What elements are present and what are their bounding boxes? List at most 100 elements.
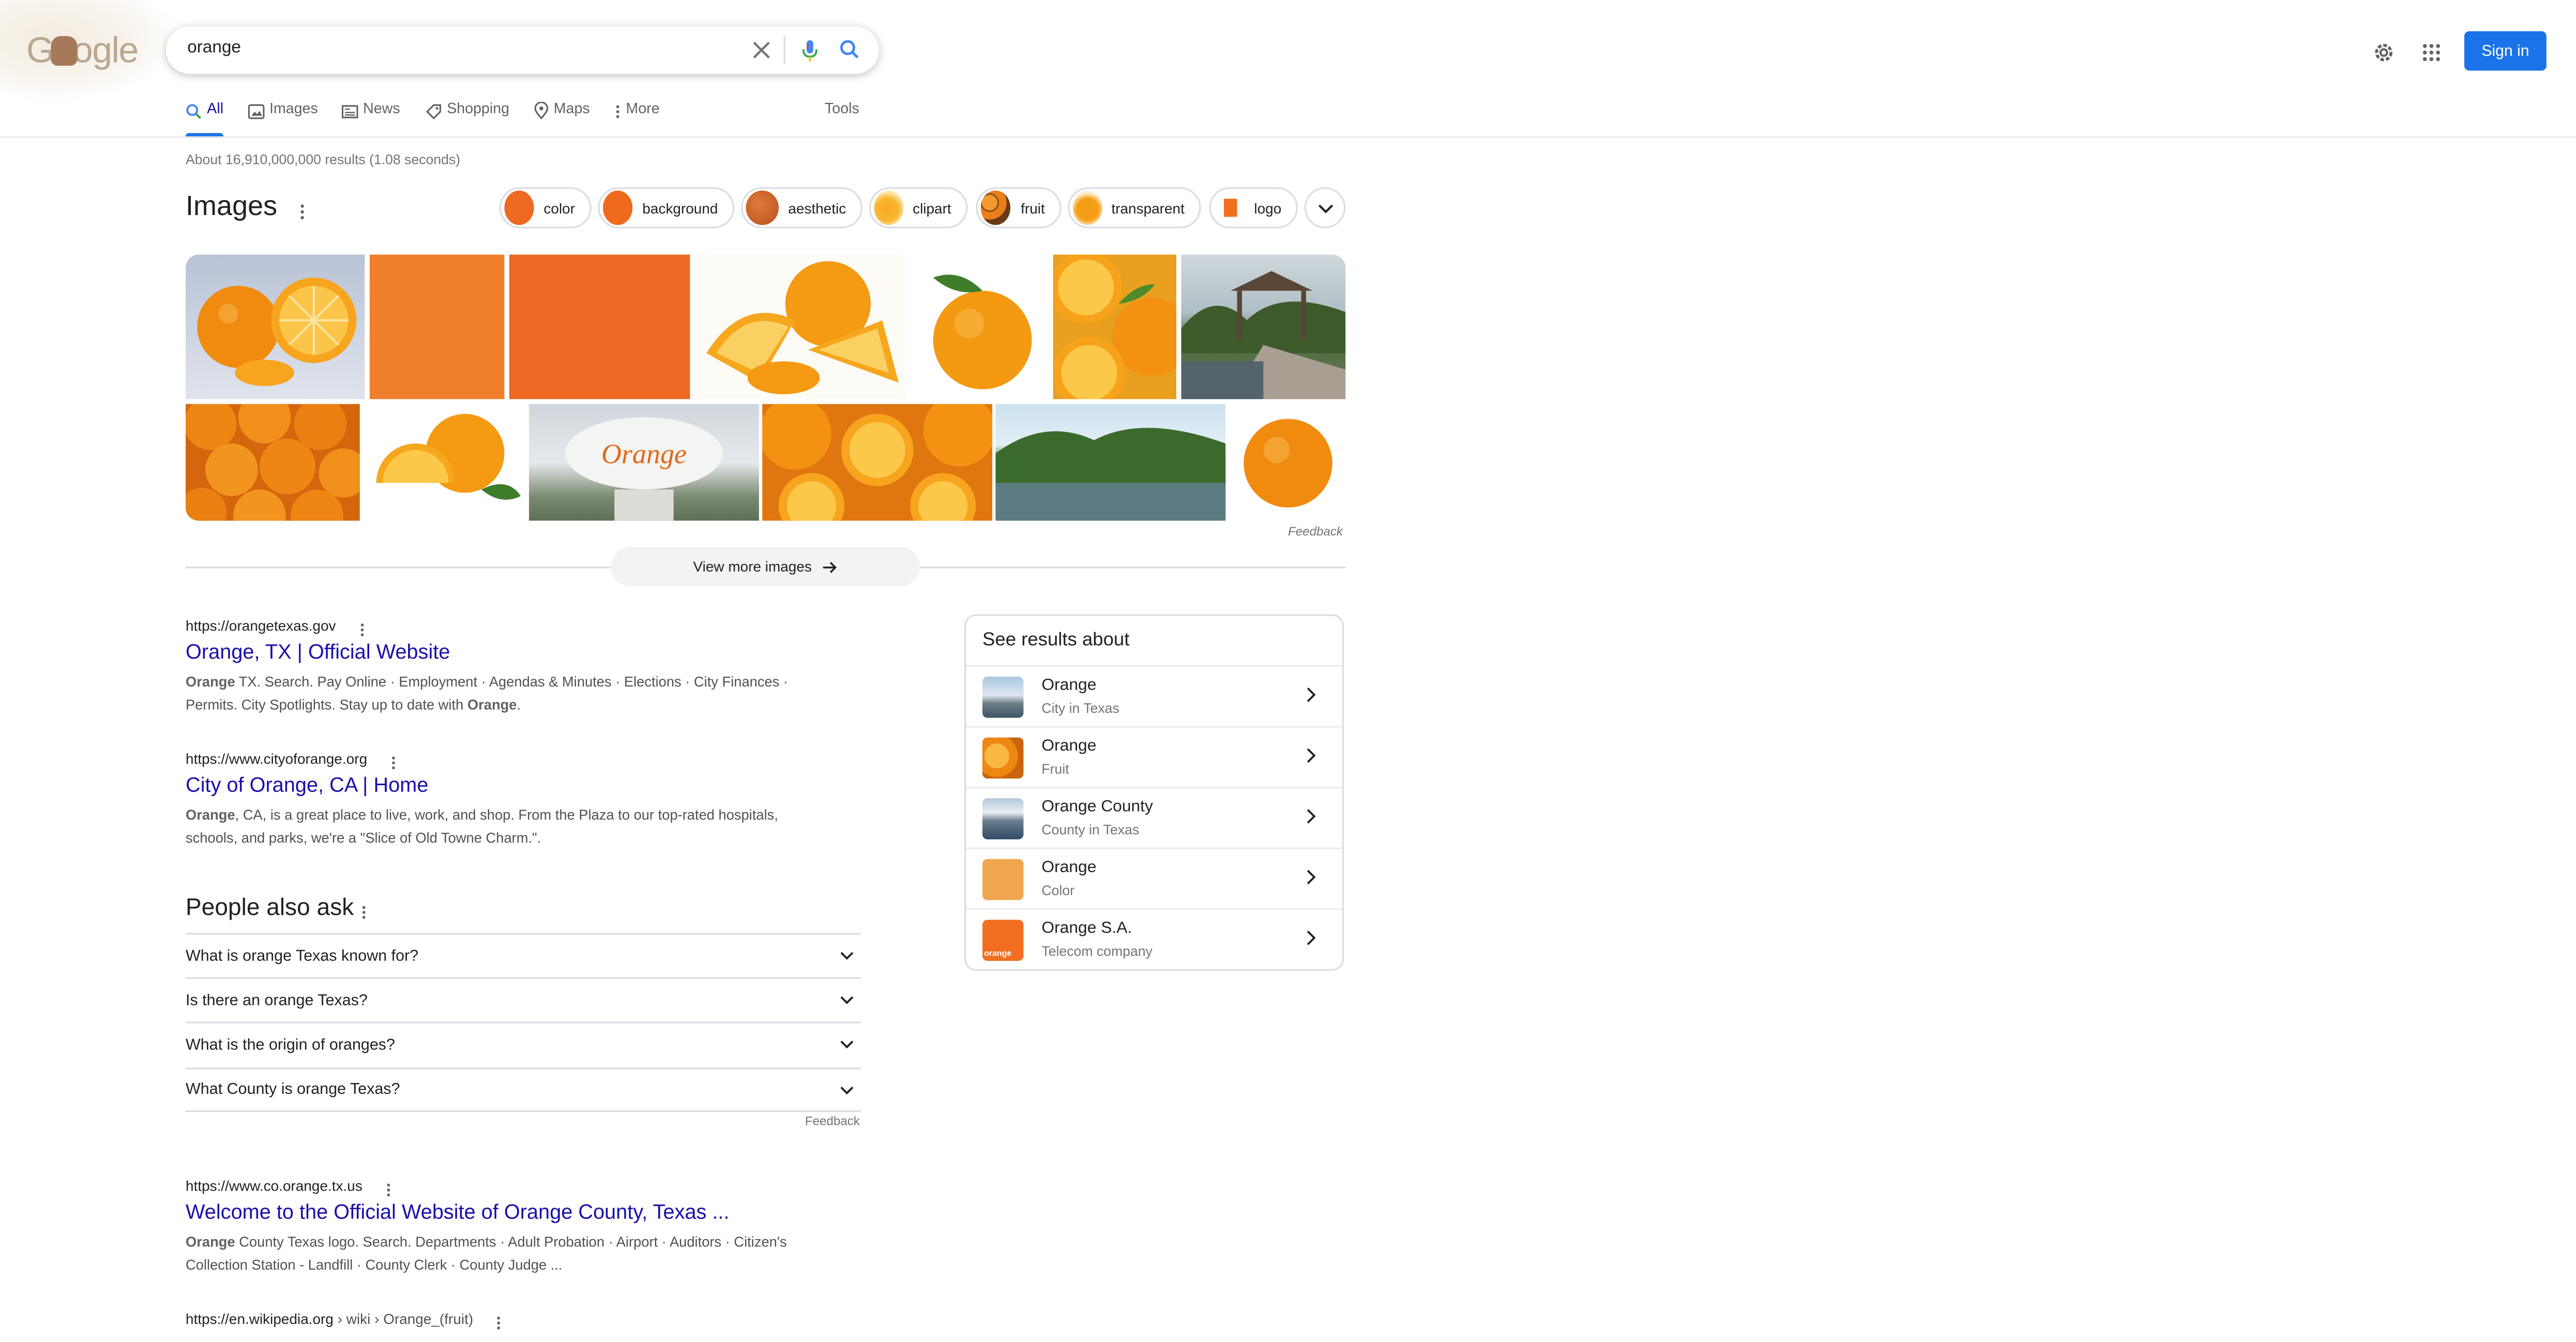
result-title[interactable]: City of Orange, CA | Home [186, 774, 428, 797]
snippet-text: , CA, is a great place to live, work, an… [235, 806, 778, 823]
search-input[interactable]: orange [187, 38, 241, 57]
paa-feedback-link[interactable]: Feedback [805, 1114, 860, 1128]
chip-label: logo [1254, 200, 1282, 216]
apps-grid-icon[interactable] [2420, 41, 2441, 62]
more-vert-icon[interactable] [496, 1310, 502, 1340]
image-icon [248, 104, 265, 119]
chevron-down-icon [840, 952, 854, 960]
close-icon[interactable] [749, 38, 772, 60]
mic-icon[interactable] [798, 36, 821, 64]
tab-all[interactable]: All [186, 100, 224, 138]
image-result[interactable] [186, 404, 360, 521]
chip-aesthetic[interactable]: aesthetic [740, 187, 863, 228]
image-result[interactable] [186, 254, 365, 400]
tab-shopping[interactable]: Shopping [426, 100, 509, 136]
search-bar[interactable]: orange [165, 26, 879, 74]
logo-text: Google [26, 29, 139, 71]
map-pin-icon [534, 101, 549, 120]
snippet-bold: Orange [186, 806, 235, 823]
more-vert-icon[interactable] [361, 900, 367, 929]
tab-news[interactable]: News [341, 100, 400, 136]
image-result[interactable]: Orange [529, 404, 759, 521]
chevron-down-icon [840, 996, 854, 1004]
svg-text:Orange: Orange [601, 438, 687, 469]
chip-thumbnail [504, 190, 534, 225]
chip-label: transparent [1111, 200, 1185, 216]
paa-question[interactable]: What is the origin of oranges? [186, 1021, 861, 1066]
chip-clipart[interactable]: clipart [869, 187, 968, 228]
chip-label: color [543, 200, 575, 216]
tab-maps[interactable]: Maps [534, 100, 590, 136]
chevron-down-icon [1317, 204, 1332, 213]
people-also-ask-title: People also ask [186, 895, 354, 922]
image-result[interactable] [762, 404, 993, 521]
result-url[interactable]: https://en.wikipedia.org › wiki › Orange… [186, 1310, 473, 1327]
chip-transparent[interactable]: transparent [1068, 187, 1201, 228]
result-url-path: › wiki › Orange_(fruit) [333, 1310, 474, 1328]
tab-more[interactable]: More [614, 100, 660, 136]
chip-thumbnail [1224, 199, 1238, 217]
entity-name: Orange County [1041, 798, 1153, 817]
sign-in-button[interactable]: Sign in [2464, 31, 2547, 71]
chips-expand-button[interactable] [1304, 187, 1346, 228]
image-result[interactable] [509, 254, 690, 400]
image-result[interactable] [363, 404, 526, 521]
chip-background[interactable]: background [598, 187, 735, 228]
paa-question[interactable]: What is orange Texas known for? [186, 933, 861, 978]
entity-name: Orange [1041, 859, 1097, 877]
entity-row[interactable]: Orange City in Texas [966, 665, 1342, 726]
entity-subtitle: County in Texas [1041, 821, 1140, 838]
result-url[interactable]: https://www.co.orange.tx.us [186, 1178, 362, 1194]
snippet-bold: Orange [186, 673, 235, 690]
result-url[interactable]: https://orangetexas.gov [186, 618, 336, 634]
result-title[interactable]: Orange, TX | Official Website [186, 640, 450, 663]
chip-thumbnail [603, 190, 633, 225]
entity-row[interactable]: Orange County County in Texas [966, 786, 1342, 848]
chevron-right-icon [1307, 687, 1316, 703]
more-vert-icon[interactable] [299, 199, 306, 228]
tab-label: Shopping [447, 100, 510, 117]
chip-color[interactable]: color [499, 187, 592, 228]
image-result[interactable] [1230, 404, 1346, 521]
result-url[interactable]: https://www.cityoforange.org [186, 751, 367, 767]
tools-button[interactable]: Tools [825, 100, 859, 136]
arrow-right-icon [823, 561, 837, 572]
paa-question[interactable]: What County is orange Texas? [186, 1068, 861, 1112]
tab-label: News [363, 100, 400, 117]
image-result[interactable] [369, 254, 505, 400]
entity-row[interactable]: orange Orange S.A. Telecom company [966, 908, 1342, 969]
entity-subtitle: Color [1041, 882, 1075, 898]
chip-label: aesthetic [788, 200, 846, 216]
paa-question[interactable]: Is there an orange Texas? [186, 977, 861, 1021]
chip-thumbnail [1072, 190, 1102, 225]
result-title[interactable]: Welcome to the Official Website of Orang… [186, 1201, 730, 1224]
tab-images[interactable]: Images [248, 100, 318, 136]
image-result[interactable] [910, 254, 1049, 400]
snippet-text: TX. Search. Pay Online · Employment · Ag… [235, 673, 789, 690]
more-vert-icon [616, 105, 619, 118]
news-icon [341, 105, 358, 118]
header-divider [0, 136, 2576, 138]
search-icon[interactable] [838, 38, 860, 60]
image-result[interactable] [995, 404, 1226, 521]
chevron-right-icon [1307, 870, 1316, 884]
gear-icon[interactable] [2371, 39, 2396, 64]
entity-row[interactable]: Orange Fruit [966, 726, 1342, 787]
chip-fruit[interactable]: fruit [976, 187, 1062, 228]
image-result[interactable] [693, 254, 905, 400]
chevron-right-icon [1307, 748, 1316, 763]
entity-row[interactable]: Orange Color [966, 847, 1342, 908]
view-more-images-button[interactable]: View more images [611, 547, 920, 587]
google-doodle-logo[interactable]: Google [0, 0, 173, 99]
search-icon [186, 104, 202, 119]
orange-logo: orange [982, 920, 1024, 961]
image-result[interactable] [1181, 254, 1346, 400]
chip-thumbnail [874, 190, 903, 225]
image-result[interactable] [1053, 254, 1176, 400]
entity-subtitle: Fruit [1041, 760, 1069, 777]
images-feedback-link[interactable]: Feedback [1288, 524, 1343, 539]
entity-name: Orange S.A. [1041, 920, 1132, 938]
images-section-title: Images [186, 190, 278, 222]
chip-logo[interactable]: logo [1209, 187, 1298, 228]
tab-label: Maps [553, 100, 590, 117]
